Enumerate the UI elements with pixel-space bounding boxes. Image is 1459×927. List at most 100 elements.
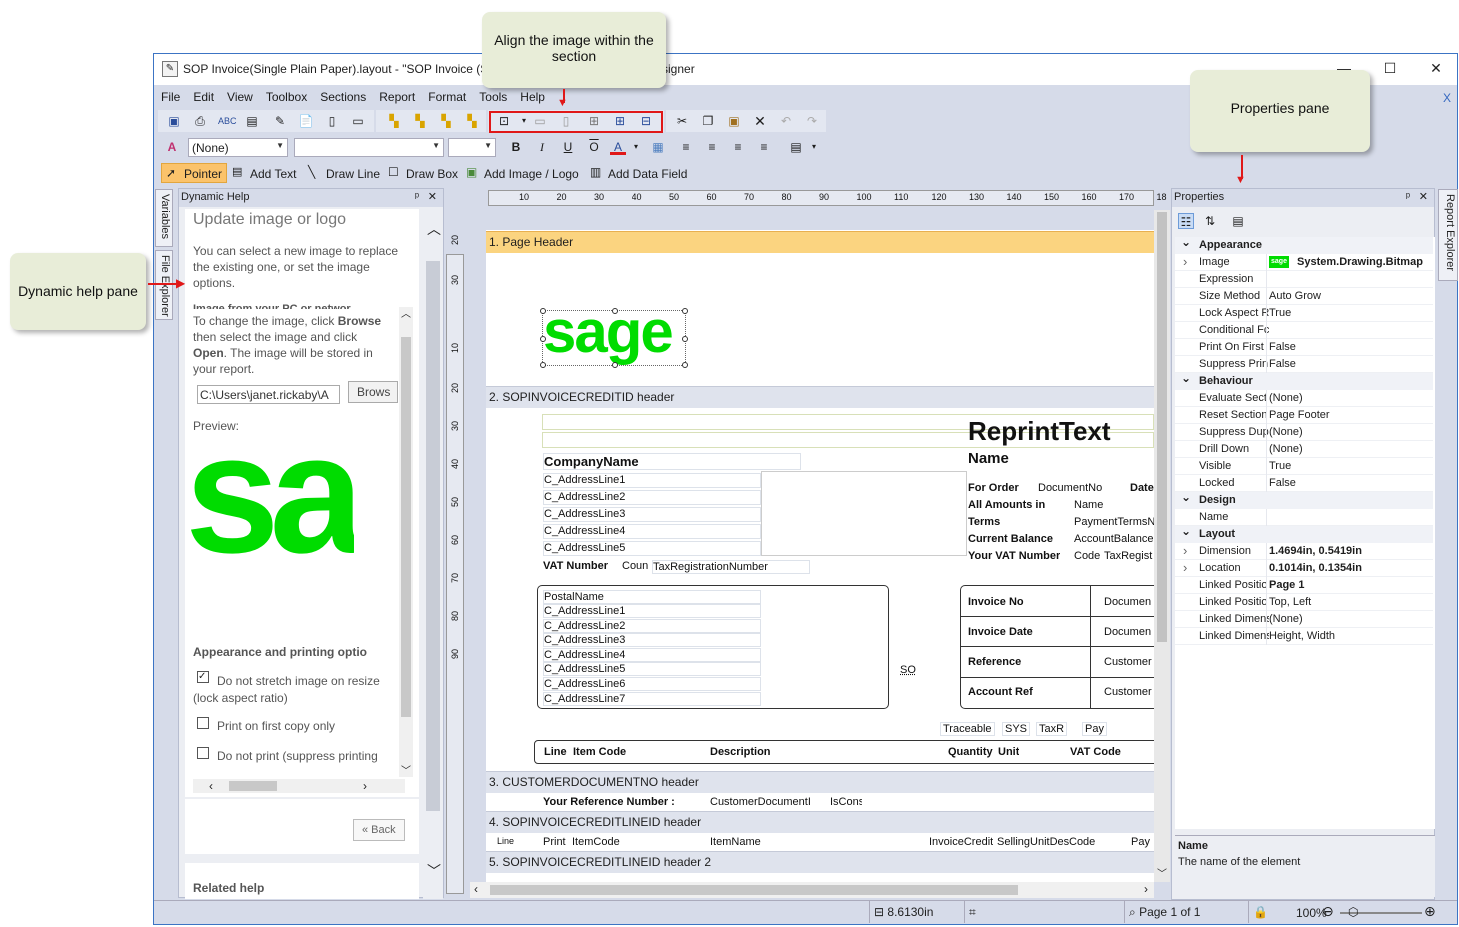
line-field[interactable]: Line bbox=[497, 836, 514, 846]
lock-icon[interactable]: 🔒 bbox=[1253, 905, 1268, 919]
tab-variables[interactable]: Variables bbox=[155, 189, 173, 247]
mini-field[interactable]: TaxR bbox=[1036, 722, 1068, 736]
invoice-value[interactable]: Customer bbox=[1104, 686, 1154, 698]
address-line[interactable]: C_AddressLine1 bbox=[543, 473, 761, 488]
line-field[interactable]: Code bbox=[1069, 836, 1095, 848]
pin-icon[interactable]: ᵖ bbox=[415, 191, 419, 203]
invoice-value[interactable]: Documen bbox=[1104, 596, 1154, 608]
column-header[interactable]: Item Code bbox=[573, 746, 626, 758]
forward-icon[interactable]: ▚ bbox=[438, 113, 454, 129]
property-row[interactable]: Linked Positio Top, Left bbox=[1175, 594, 1433, 611]
property-value[interactable]: False bbox=[1269, 477, 1296, 489]
italic-button[interactable]: I bbox=[534, 139, 550, 155]
line-field[interactable]: InvoiceCredit bbox=[929, 836, 993, 848]
address-line[interactable]: C_AddressLine4 bbox=[543, 524, 761, 539]
tab-file-explorer[interactable]: File Explorer bbox=[155, 250, 173, 320]
property-value[interactable]: False bbox=[1269, 358, 1296, 370]
property-row[interactable]: › Dimension 1.4694in, 0.5419in bbox=[1175, 543, 1433, 560]
suppress-print-checkbox[interactable] bbox=[197, 747, 209, 759]
line-field[interactable]: SellingUnitDes bbox=[997, 836, 1069, 848]
property-category[interactable]: ⌄ Layout bbox=[1175, 524, 1433, 543]
zoom-out-icon[interactable]: ⊖ bbox=[1322, 903, 1334, 920]
property-row[interactable]: Visible True bbox=[1175, 458, 1433, 475]
order-value[interactable]: PaymentTermsN bbox=[1074, 516, 1154, 528]
property-row[interactable]: Lock Aspect R True bbox=[1175, 305, 1433, 322]
property-row[interactable]: Name bbox=[1175, 509, 1433, 526]
chevron-right-icon[interactable]: › bbox=[1183, 560, 1187, 575]
redo-icon[interactable]: ↷ bbox=[804, 113, 820, 129]
mini-field[interactable]: Pay bbox=[1082, 722, 1107, 736]
justify-icon[interactable]: ≡ bbox=[756, 139, 772, 155]
section-line-header[interactable]: 4. SOPINVOICECREDITLINEID header bbox=[486, 811, 1154, 833]
close-icon[interactable]: ✕ bbox=[1419, 190, 1428, 203]
bold-button[interactable]: B bbox=[508, 139, 524, 155]
customer-doc-field[interactable]: CustomerDocumentI bbox=[710, 796, 812, 808]
undo-icon[interactable]: ↶ bbox=[778, 113, 794, 129]
menu-report[interactable]: Report bbox=[372, 86, 421, 104]
menu-edit[interactable]: Edit bbox=[186, 86, 220, 104]
order-value[interactable]: DocumentNo bbox=[1038, 482, 1126, 494]
mdi-close-button[interactable]: X bbox=[1443, 91, 1451, 105]
underline-button[interactable]: U bbox=[560, 139, 576, 155]
property-row[interactable]: Suppress Dup (None) bbox=[1175, 424, 1433, 441]
so-field[interactable]: SO bbox=[900, 664, 916, 676]
menu-tools[interactable]: Tools bbox=[472, 86, 513, 104]
backward-icon[interactable]: ▚ bbox=[464, 113, 480, 129]
address-line[interactable]: C_AddressLine2 bbox=[543, 490, 761, 505]
cut-icon[interactable]: ✂ bbox=[674, 113, 690, 129]
chevron-down-icon[interactable]: ⌄ bbox=[1181, 490, 1191, 504]
property-value[interactable]: (None) bbox=[1269, 392, 1303, 404]
style-select[interactable]: (None) ▼ bbox=[188, 138, 288, 157]
chevron-down-icon[interactable]: ⌄ bbox=[1181, 235, 1191, 249]
help-outer-scrollbar[interactable]: ︿ ﹀ bbox=[423, 209, 443, 899]
close-icon[interactable]: ✕ bbox=[428, 190, 437, 203]
column-header[interactable]: Quantity bbox=[948, 746, 993, 758]
column-header[interactable]: VAT Code bbox=[1070, 746, 1121, 758]
palette-icon[interactable]: ▦ bbox=[650, 139, 666, 155]
delivery-line[interactable]: C_AddressLine2 bbox=[543, 618, 761, 633]
property-row[interactable]: Size Method Auto Grow bbox=[1175, 288, 1433, 305]
name-field[interactable]: Name bbox=[968, 450, 1009, 467]
canvas-v-scrollbar[interactable]: ﹀ bbox=[1154, 210, 1170, 882]
property-row[interactable]: Linked Dimens Height, Width bbox=[1175, 628, 1433, 645]
delivery-line[interactable]: C_AddressLine4 bbox=[543, 647, 761, 662]
property-row[interactable]: Drill Down (None) bbox=[1175, 441, 1433, 458]
reprint-text[interactable]: ReprintText bbox=[968, 416, 1111, 447]
delivery-line[interactable]: C_AddressLine1 bbox=[543, 604, 761, 618]
vat-country[interactable]: Coun bbox=[622, 560, 650, 572]
property-row[interactable]: Locked False bbox=[1175, 475, 1433, 492]
column-header[interactable]: Description bbox=[710, 746, 771, 758]
categorized-icon[interactable]: ☷ bbox=[1178, 213, 1194, 229]
pointer-tool[interactable]: ➚ Pointer bbox=[161, 163, 227, 183]
property-row[interactable]: Expression bbox=[1175, 271, 1433, 288]
section-customer-doc[interactable]: 3. CUSTOMERDOCUMENTNO header bbox=[486, 771, 1154, 793]
add-text-tool[interactable]: Add Text bbox=[250, 167, 296, 181]
line-field[interactable]: Pay bbox=[1131, 836, 1153, 848]
column-header[interactable]: Line bbox=[544, 746, 567, 758]
chevron-right-icon[interactable]: › bbox=[1183, 254, 1187, 269]
menu-view[interactable]: View bbox=[220, 86, 259, 104]
property-category[interactable]: ⌄ Design bbox=[1175, 490, 1433, 509]
pin-icon[interactable]: ᵖ bbox=[1406, 191, 1410, 203]
back-button[interactable]: « Back bbox=[353, 819, 405, 841]
property-row[interactable]: Linked Positio Page 1 bbox=[1175, 577, 1433, 594]
edit-icon[interactable]: ✎ bbox=[272, 113, 288, 129]
line-field[interactable]: ItemName bbox=[710, 836, 761, 848]
tab-report-explorer[interactable]: Report Explorer bbox=[1438, 189, 1458, 281]
maximize-button[interactable]: ☐ bbox=[1380, 60, 1400, 78]
delivery-line[interactable]: C_AddressLine3 bbox=[543, 633, 761, 648]
font-color-button[interactable]: A bbox=[610, 139, 626, 155]
close-button[interactable]: ✕ bbox=[1426, 60, 1446, 78]
property-value[interactable]: (None) bbox=[1269, 613, 1303, 625]
property-value[interactable]: Auto Grow bbox=[1269, 290, 1321, 302]
postal-name[interactable]: PostalName bbox=[543, 590, 761, 604]
chevron-down-icon[interactable]: ⌄ bbox=[1181, 524, 1191, 538]
chevron-right-icon[interactable]: › bbox=[1183, 543, 1187, 558]
overline-button[interactable]: O bbox=[586, 139, 602, 155]
add-image-tool[interactable]: Add Image / Logo bbox=[484, 167, 579, 181]
line-field[interactable]: ItemCode bbox=[572, 836, 620, 848]
property-row[interactable]: Linked Dimens (None) bbox=[1175, 611, 1433, 628]
property-value[interactable]: Top, Left bbox=[1269, 596, 1311, 608]
spellcheck-icon[interactable]: ABC bbox=[218, 113, 237, 129]
invoice-value[interactable]: Documen bbox=[1104, 626, 1154, 638]
